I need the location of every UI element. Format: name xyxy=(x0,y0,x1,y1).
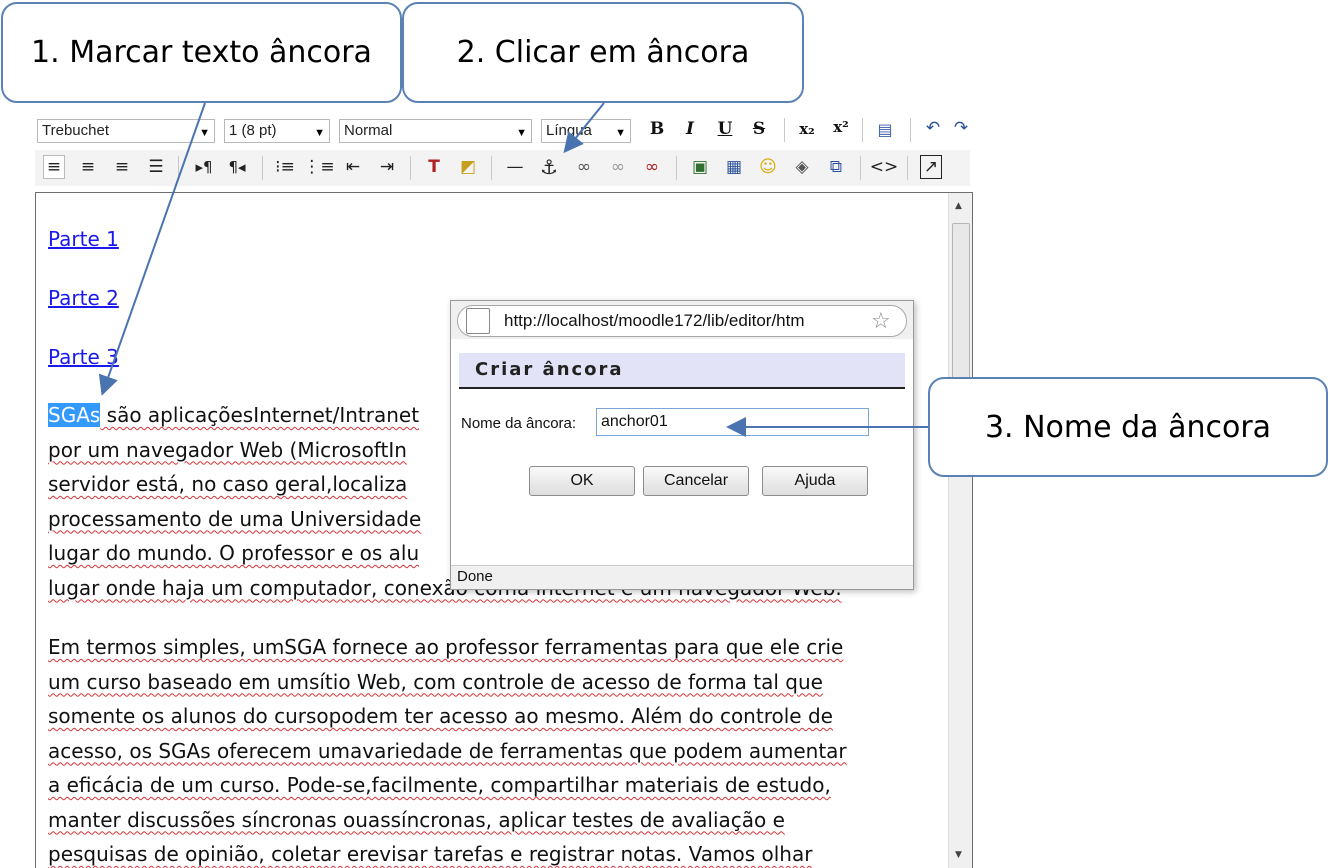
align-right-icon[interactable]: ≡ xyxy=(111,155,133,179)
ok-button[interactable]: OK xyxy=(529,466,635,496)
outdent-icon[interactable]: ⇤ xyxy=(342,155,364,179)
toolbar-separator xyxy=(676,156,677,180)
toolbar-separator xyxy=(910,118,911,142)
align-left-icon[interactable]: ≡ xyxy=(43,155,65,179)
justify-icon[interactable]: ☰ xyxy=(145,155,167,179)
callout-step1: 1. Marcar texto âncora xyxy=(1,2,402,103)
help-button[interactable]: Ajuda xyxy=(762,466,868,496)
chevron-down-icon: ▼ xyxy=(615,127,626,139)
text-line: somente os alunos do cursopodem ter aces… xyxy=(48,704,833,728)
page-icon xyxy=(466,308,490,334)
chevron-down-icon: ▼ xyxy=(314,127,325,139)
insert-table-icon[interactable]: ▦ xyxy=(723,155,745,179)
nolink-icon[interactable]: ∞ xyxy=(641,155,663,179)
size-select[interactable]: 1 (8 pt) ▼ xyxy=(224,119,330,143)
paste-word-icon[interactable]: ▤ xyxy=(874,117,896,141)
unordered-list-icon[interactable]: ⋮≡ xyxy=(303,155,334,179)
subscript-button[interactable]: x₂ xyxy=(794,117,820,141)
language-select[interactable]: Língua ▼ xyxy=(541,119,631,143)
cancel-button[interactable]: Cancelar xyxy=(643,466,749,496)
rtl-icon[interactable]: ¶◂ xyxy=(226,155,248,179)
format-select[interactable]: Normal ▼ xyxy=(339,119,532,143)
bold-button[interactable]: B xyxy=(646,117,668,141)
fullscreen-icon[interactable]: ↗ xyxy=(920,155,942,179)
paragraph-2: Em termos simples, umSGA fornece ao prof… xyxy=(48,630,943,868)
text-line: Em termos simples, umSGA fornece ao prof… xyxy=(48,635,844,659)
insert-image-icon[interactable]: ▣ xyxy=(689,155,711,179)
callout-step3-text: 3. Nome da âncora xyxy=(984,409,1272,445)
align-center-icon[interactable]: ≡ xyxy=(77,155,99,179)
format-select-value: Normal xyxy=(344,122,393,139)
anchor-name-input[interactable] xyxy=(596,408,869,436)
search-replace-icon[interactable]: ⧉ xyxy=(825,155,847,179)
superscript-button[interactable]: x² xyxy=(828,115,854,139)
anchor-icon[interactable]: ⚓ xyxy=(538,155,560,179)
callout-step2: 2. Clicar em âncora xyxy=(402,2,804,103)
link-icon[interactable]: ∞ xyxy=(573,155,595,179)
anchor-dialog-window: http://localhost/moodle172/lib/editor/ht… xyxy=(450,300,914,590)
special-char-icon[interactable]: ◈ xyxy=(791,155,813,179)
link-parte-1[interactable]: Parte 1 xyxy=(48,227,119,251)
underline-button[interactable]: U xyxy=(714,117,736,141)
toolbar-separator xyxy=(784,118,785,142)
dialog-body: Criar âncora Nome da âncora: OK Cancelar… xyxy=(451,339,913,567)
horizontal-rule-icon[interactable]: — xyxy=(504,155,526,179)
text-line: são aplicaçõesInternet/Intranet xyxy=(100,403,420,427)
toolbar-separator xyxy=(178,156,179,180)
editor-scrollbar[interactable]: ▲ ▼ xyxy=(948,193,972,868)
dialog-title: Criar âncora xyxy=(459,353,905,389)
star-icon[interactable]: ☆ xyxy=(871,309,891,334)
language-select-value: Língua xyxy=(546,122,592,139)
smiley-icon[interactable]: ☺ xyxy=(757,155,779,179)
address-bar[interactable]: http://localhost/moodle172/lib/editor/ht… xyxy=(457,305,907,337)
chevron-down-icon: ▼ xyxy=(199,127,210,139)
font-select-value: Trebuchet xyxy=(42,122,109,139)
italic-button[interactable]: I xyxy=(679,117,701,141)
chevron-down-icon: ▼ xyxy=(516,127,527,139)
text-line: a eficácia de um curso. Pode-se,facilmen… xyxy=(48,773,831,797)
text-color-icon[interactable]: T xyxy=(423,155,445,179)
undo-icon[interactable]: ↶ xyxy=(922,116,944,140)
strikethrough-button[interactable]: S xyxy=(748,117,770,141)
selected-anchor-text[interactable]: SGAs xyxy=(48,403,101,427)
indent-icon[interactable]: ⇥ xyxy=(376,155,398,179)
toolbar-separator xyxy=(860,156,861,180)
toolbar-separator xyxy=(262,156,263,180)
size-select-value: 1 (8 pt) xyxy=(229,122,277,139)
toolbar-separator xyxy=(491,156,492,180)
toolbar-separator xyxy=(907,156,908,180)
highlight-color-icon[interactable]: ◩ xyxy=(457,155,479,179)
scroll-thumb[interactable] xyxy=(952,223,970,383)
toolbar-separator xyxy=(862,118,863,142)
ordered-list-icon[interactable]: ⁝≡ xyxy=(274,155,296,179)
text-line: pesquisas de opinião, coletar erevisar t… xyxy=(48,842,813,866)
address-url: http://localhost/moodle172/lib/editor/ht… xyxy=(504,311,805,330)
redo-icon[interactable]: ↷ xyxy=(952,116,970,140)
link-parte-3[interactable]: Parte 3 xyxy=(48,345,119,369)
ltr-icon[interactable]: ▸¶ xyxy=(193,155,215,179)
toolbar-separator xyxy=(410,156,411,180)
text-line: manter discussões síncronas ouassíncrona… xyxy=(48,807,785,832)
callout-step1-text: 1. Marcar texto âncora xyxy=(31,35,372,70)
callout-step2-text: 2. Clicar em âncora xyxy=(456,35,750,70)
callout-step3: 3. Nome da âncora xyxy=(928,377,1328,477)
text-line: acesso, os SGAs oferecem umavariedade de… xyxy=(48,738,847,763)
html-source-icon[interactable]: <> xyxy=(870,155,899,179)
scroll-up-icon[interactable]: ▲ xyxy=(955,201,962,211)
status-bar: Done xyxy=(451,565,913,589)
link-parte-2[interactable]: Parte 2 xyxy=(48,286,119,310)
text-line: um curso baseado em umsítio Web, com con… xyxy=(48,669,823,694)
scroll-down-icon[interactable]: ▼ xyxy=(955,850,962,860)
font-select[interactable]: Trebuchet ▼ xyxy=(37,119,215,143)
anchor-name-label: Nome da âncora: xyxy=(461,415,577,432)
unlink-icon[interactable]: ∞ xyxy=(607,155,629,179)
